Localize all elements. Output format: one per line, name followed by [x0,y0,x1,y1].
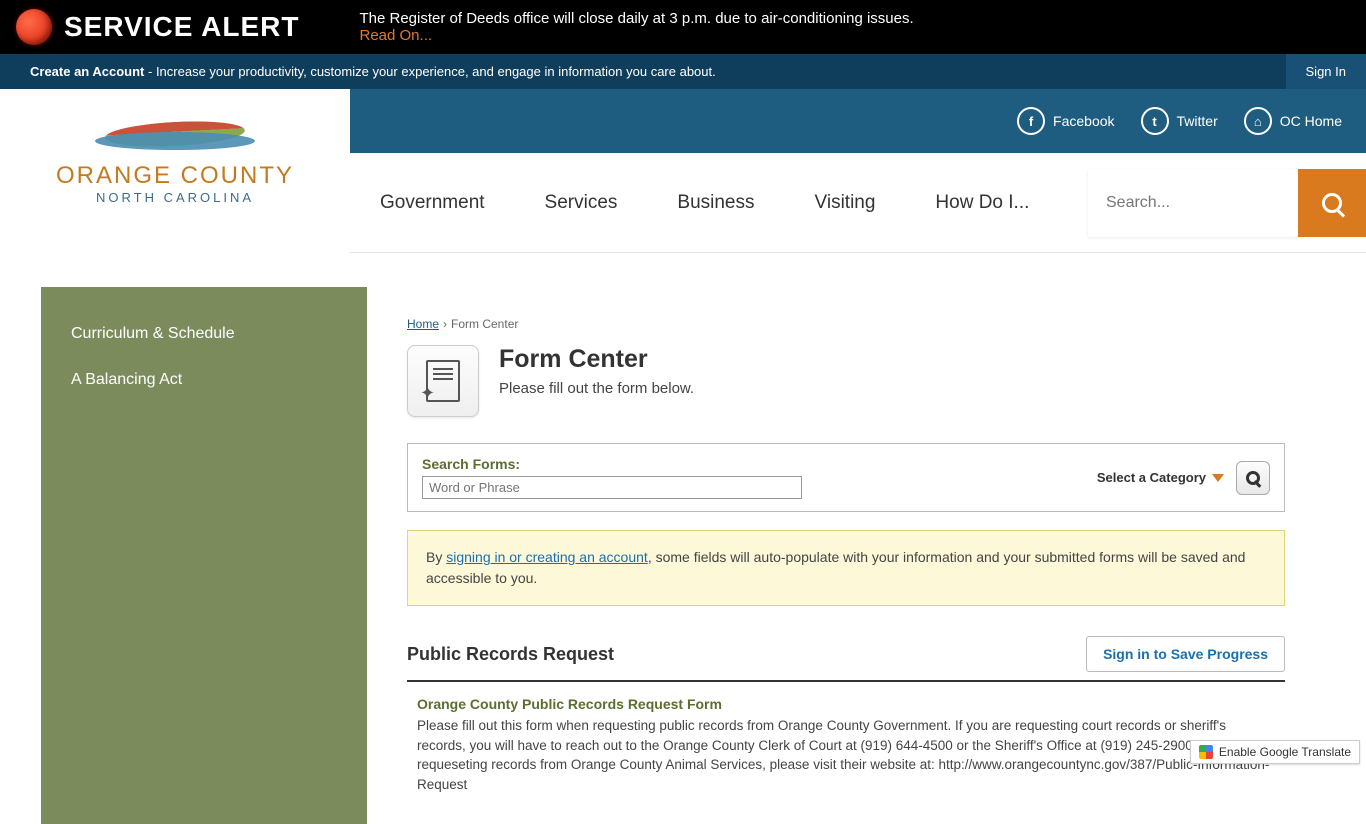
breadcrumb-current: Form Center [451,317,518,331]
alert-icon [16,9,52,45]
alert-body: The Register of Deeds office will close … [359,10,913,27]
sign-in-button[interactable]: Sign In [1286,54,1366,89]
create-account-text: Create an Account - Increase your produc… [30,64,716,79]
page-title: Form Center [499,345,694,374]
nav-visiting[interactable]: Visiting [815,192,876,214]
home-icon: ⌂ [1244,107,1272,135]
form-description: Please fill out this form when requestin… [417,716,1275,794]
page-header: Form Center Please fill out the form bel… [407,345,1285,417]
site-logo[interactable]: ORANGE COUNTY NORTH CAROLINA [0,89,350,253]
search-button[interactable] [1298,169,1366,237]
select-category-dropdown[interactable]: Select a Category [1097,470,1224,485]
document-wand-icon [426,360,460,402]
social-label: Twitter [1177,113,1218,129]
form-subheading: Orange County Public Records Request For… [417,696,1275,712]
twitter-icon: t [1141,107,1169,135]
nav-government[interactable]: Government [380,192,485,214]
alert-title: SERVICE ALERT [64,11,299,43]
logo-line1: ORANGE COUNTY [56,162,294,190]
left-sidebar: Curriculum & Schedule A Balancing Act [41,287,367,824]
social-label: OC Home [1280,113,1342,129]
form-body: Orange County Public Records Request For… [407,696,1285,794]
signin-info-box: By signing in or creating an account, so… [407,530,1285,606]
alert-read-on-link[interactable]: Read On... [359,27,432,44]
page-subtitle: Please fill out the form below. [499,380,694,397]
breadcrumb: Home›Form Center [407,317,1285,331]
create-account-link[interactable]: Create an Account [30,64,144,79]
main-content: Curriculum & Schedule A Balancing Act Ho… [41,287,1325,824]
content-area: Home›Form Center Form Center Please fill… [367,287,1325,824]
social-twitter[interactable]: t Twitter [1141,107,1218,135]
site-search [1088,169,1366,237]
social-row: f Facebook t Twitter ⌂ OC Home [350,89,1366,153]
sidebar-item-curriculum[interactable]: Curriculum & Schedule [41,311,367,357]
search-input[interactable] [1088,169,1298,237]
search-forms-box: Search Forms: Select a Category [407,443,1285,512]
sidebar-item-balancing[interactable]: A Balancing Act [41,357,367,403]
breadcrumb-home[interactable]: Home [407,317,439,331]
nav-services[interactable]: Services [545,192,618,214]
search-icon [1322,193,1342,213]
social-facebook[interactable]: f Facebook [1017,107,1114,135]
social-oc-home[interactable]: ⌂ OC Home [1244,107,1342,135]
search-forms-button[interactable] [1236,461,1270,495]
header: ORANGE COUNTY NORTH CAROLINA f Facebook … [0,89,1366,253]
nav-business[interactable]: Business [677,192,754,214]
logo-line2: NORTH CAROLINA [96,190,254,205]
form-center-icon [407,345,479,417]
google-icon [1199,745,1213,759]
search-forms-input[interactable] [422,476,802,499]
chevron-down-icon [1212,474,1224,482]
save-progress-button[interactable]: Sign in to Save Progress [1086,636,1285,672]
main-nav: Government Services Business Visiting Ho… [350,153,1366,253]
form-title: Public Records Request [407,644,614,665]
form-header-row: Public Records Request Sign in to Save P… [407,636,1285,682]
signin-strip: Create an Account - Increase your produc… [0,54,1366,89]
nav-how-do-i[interactable]: How Do I... [935,192,1029,214]
search-forms-label: Search Forms: [422,456,1085,472]
logo-swoosh-icon [95,114,255,154]
signin-create-link[interactable]: signing in or creating an account [446,549,648,565]
social-label: Facebook [1053,113,1114,129]
service-alert-bar: SERVICE ALERT The Register of Deeds offi… [0,0,1366,54]
google-translate-button[interactable]: Enable Google Translate [1190,740,1360,764]
search-icon [1246,471,1260,485]
facebook-icon: f [1017,107,1045,135]
